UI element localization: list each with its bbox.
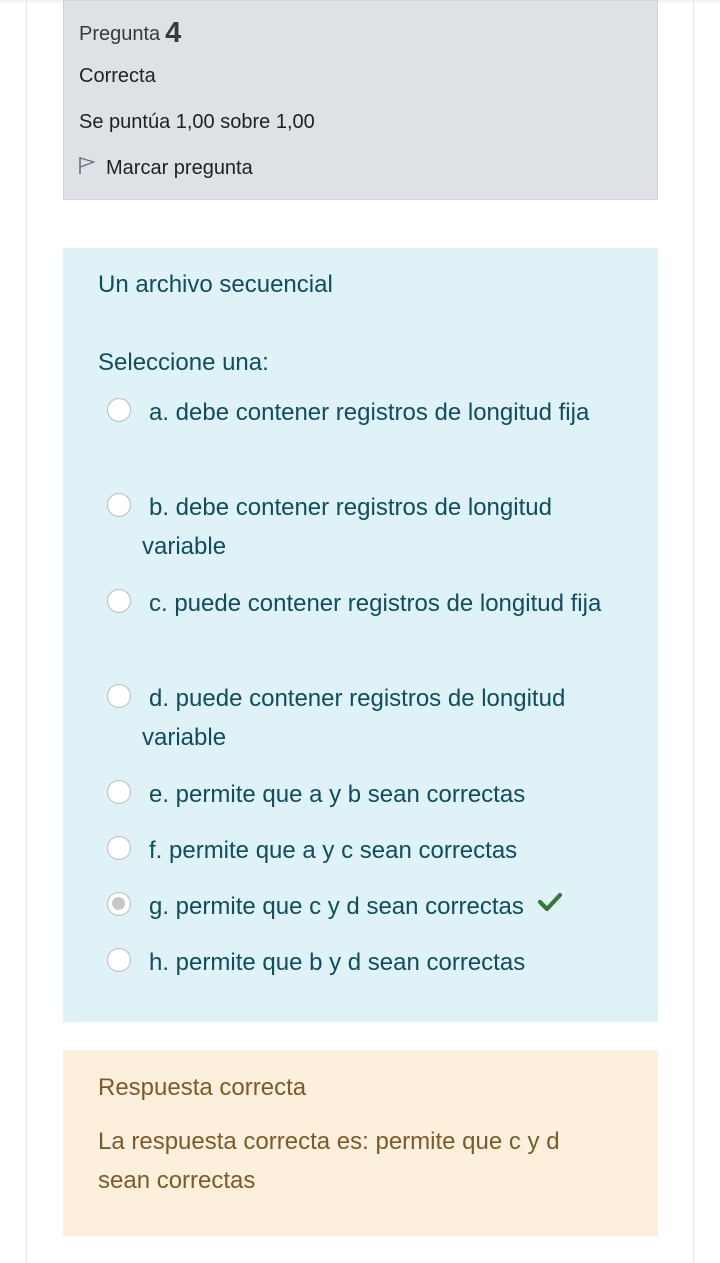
radio-option-g[interactable]: [107, 892, 131, 916]
option-h-label: h. permite que b y d sean correctas: [149, 949, 526, 976]
question-number: 4: [165, 17, 182, 49]
radio-option-e[interactable]: [107, 780, 131, 804]
question-text: Un archivo secuencial: [98, 271, 333, 298]
radio-option-a[interactable]: [107, 398, 131, 422]
option-f-label: f. permite que a y c sean correctas: [149, 837, 518, 864]
question-state: Correcta: [79, 65, 156, 87]
feedback-panel: Respuesta correcta La respuesta correcta…: [63, 1050, 658, 1236]
option-e-label: e. permite que a y b sean correctas: [149, 781, 526, 808]
question-info-panel: Pregunta 4 Correcta Se puntúa 1,00 sobre …: [63, 0, 658, 200]
feedback-title: Respuesta correcta: [98, 1074, 307, 1101]
flag-question-link[interactable]: Marcar pregunta: [78, 156, 253, 181]
radio-option-b[interactable]: [107, 493, 131, 517]
question-formulation: Un archivo secuencial Seleccione una: a.…: [63, 248, 658, 1022]
correct-answer-text: La respuesta correcta es: permite que c …: [98, 1128, 560, 1194]
option-d-label: d. puede contener registros de longitud …: [142, 685, 566, 751]
option-g-text: g. permite que c y d sean correctas: [142, 887, 612, 927]
option-g-label: g. permite que c y d sean correctas: [149, 893, 524, 920]
question-title: Pregunta 4: [79, 15, 182, 49]
answer-prompt: Seleccione una:: [98, 349, 269, 376]
radio-option-c[interactable]: [107, 589, 131, 613]
option-a-label: a. debe contener registros de longitud f…: [149, 399, 590, 426]
option-c-label: c. puede contener registros de longitud …: [149, 590, 602, 617]
question-grade: Se puntúa 1,00 sobre 1,00: [79, 111, 315, 133]
flag-question-label: Marcar pregunta: [106, 157, 253, 179]
flag-outline-icon: [78, 156, 106, 181]
question-label: Pregunta: [79, 23, 161, 45]
radio-option-f[interactable]: [107, 836, 131, 860]
option-b-label: b. debe contener registros de longitud v…: [142, 494, 552, 560]
radio-option-d[interactable]: [107, 684, 131, 708]
radio-option-h[interactable]: [107, 948, 131, 972]
check-icon: [530, 885, 563, 924]
